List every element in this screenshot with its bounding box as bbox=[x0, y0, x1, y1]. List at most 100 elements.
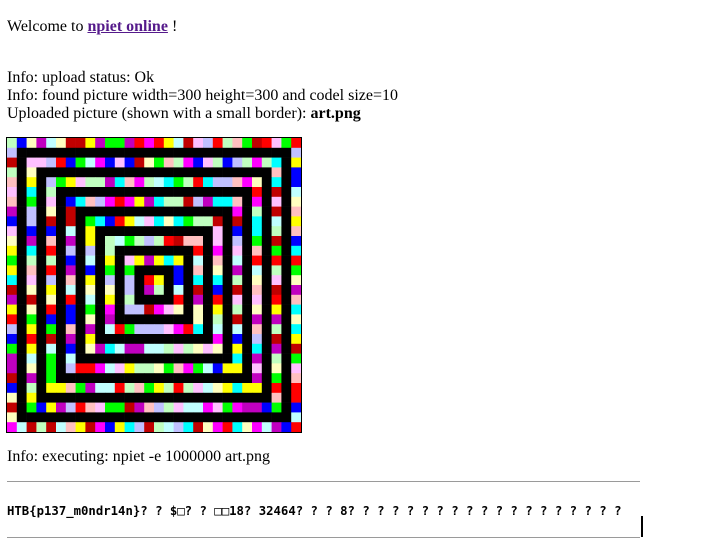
codel bbox=[212, 285, 223, 296]
codel bbox=[36, 275, 47, 286]
codel bbox=[134, 245, 145, 256]
codel bbox=[173, 383, 184, 394]
codel bbox=[271, 275, 282, 286]
codel bbox=[183, 402, 194, 413]
codel bbox=[144, 422, 155, 432]
piet-program-image bbox=[7, 138, 301, 432]
codel bbox=[281, 255, 292, 266]
codel bbox=[212, 324, 223, 335]
codel bbox=[154, 206, 165, 217]
codel bbox=[242, 167, 253, 178]
codel bbox=[271, 196, 282, 207]
codel bbox=[114, 255, 125, 266]
codel bbox=[212, 196, 223, 207]
codel bbox=[281, 392, 292, 403]
codel bbox=[252, 373, 263, 384]
codel bbox=[26, 294, 37, 305]
codel bbox=[134, 314, 145, 325]
codel bbox=[7, 206, 18, 217]
codel bbox=[232, 265, 243, 276]
codel bbox=[222, 196, 233, 207]
codel bbox=[173, 255, 184, 266]
codel bbox=[16, 265, 27, 276]
codel bbox=[291, 373, 301, 384]
codel bbox=[212, 255, 223, 266]
codel bbox=[261, 334, 272, 345]
codel bbox=[65, 304, 76, 315]
codel bbox=[173, 157, 184, 168]
codel bbox=[124, 157, 135, 168]
codel bbox=[222, 206, 233, 217]
codel bbox=[75, 245, 86, 256]
codel bbox=[85, 392, 96, 403]
codel bbox=[222, 363, 233, 374]
codel bbox=[7, 275, 18, 286]
codel bbox=[16, 334, 27, 345]
codel bbox=[56, 216, 67, 227]
program-output-area[interactable]: HTB{p137_m0ndr14n}? ? $□? ? □□18? 32464?… bbox=[7, 501, 640, 523]
codel bbox=[212, 373, 223, 384]
codel bbox=[105, 157, 116, 168]
codel bbox=[183, 392, 194, 403]
codel bbox=[232, 177, 243, 188]
codel bbox=[212, 314, 223, 325]
codel bbox=[222, 167, 233, 178]
codel bbox=[56, 324, 67, 335]
codel bbox=[26, 285, 37, 296]
codel bbox=[105, 196, 116, 207]
codel bbox=[16, 138, 27, 149]
codel bbox=[203, 187, 214, 198]
codel bbox=[46, 285, 57, 296]
codel bbox=[75, 236, 86, 247]
codel bbox=[105, 334, 116, 345]
codel bbox=[154, 422, 165, 432]
codel bbox=[56, 334, 67, 345]
codel bbox=[242, 285, 253, 296]
codel bbox=[163, 147, 174, 158]
codel bbox=[291, 334, 301, 345]
codel bbox=[154, 157, 165, 168]
codel bbox=[203, 196, 214, 207]
codel bbox=[163, 226, 174, 237]
picture-dimensions-text: Info: found picture width=300 height=300… bbox=[7, 87, 398, 104]
codel bbox=[261, 255, 272, 266]
codel bbox=[252, 167, 263, 178]
codel bbox=[56, 294, 67, 305]
codel bbox=[222, 245, 233, 256]
codel bbox=[163, 363, 174, 374]
codel bbox=[114, 383, 125, 394]
codel bbox=[212, 392, 223, 403]
codel bbox=[173, 275, 184, 286]
codel bbox=[144, 177, 155, 188]
npiet-online-link[interactable]: npiet online bbox=[87, 18, 167, 35]
codel bbox=[261, 236, 272, 247]
codel bbox=[75, 275, 86, 286]
codel bbox=[163, 138, 174, 149]
codel bbox=[75, 226, 86, 237]
codel bbox=[212, 343, 223, 354]
codel bbox=[281, 187, 292, 198]
codel bbox=[203, 422, 214, 432]
codel bbox=[124, 324, 135, 335]
codel bbox=[85, 353, 96, 364]
codel bbox=[203, 304, 214, 315]
codel bbox=[281, 157, 292, 168]
codel bbox=[193, 334, 204, 345]
codel bbox=[134, 216, 145, 227]
codel bbox=[26, 304, 37, 315]
codel bbox=[65, 383, 76, 394]
codel bbox=[291, 245, 301, 256]
codel bbox=[7, 167, 18, 178]
codel bbox=[85, 402, 96, 413]
codel bbox=[85, 285, 96, 296]
codel bbox=[281, 196, 292, 207]
codel bbox=[232, 294, 243, 305]
codel bbox=[212, 138, 223, 149]
codel bbox=[105, 363, 116, 374]
codel bbox=[252, 402, 263, 413]
codel bbox=[212, 294, 223, 305]
codel bbox=[271, 363, 282, 374]
codel bbox=[291, 167, 301, 178]
codel bbox=[291, 363, 301, 374]
codel bbox=[85, 294, 96, 305]
